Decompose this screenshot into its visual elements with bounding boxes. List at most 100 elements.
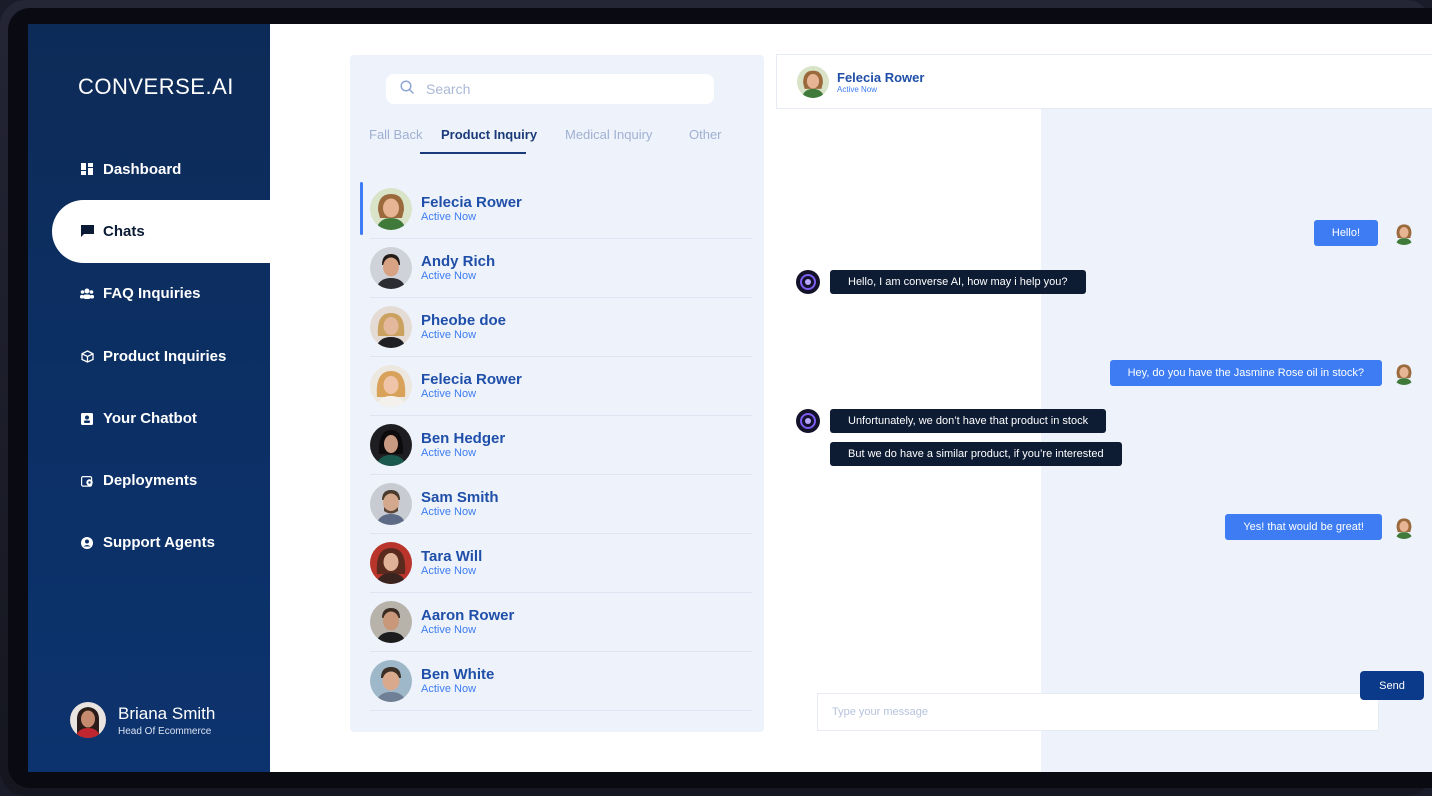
avatar xyxy=(370,542,412,584)
message-bubble: Unfortunately, we don’t have that produc… xyxy=(830,409,1107,433)
deploy-icon xyxy=(80,474,94,488)
message-bot: But we do have a similar product, if you… xyxy=(830,442,1122,466)
users-icon xyxy=(80,287,94,301)
avatar xyxy=(370,601,412,643)
contact-name: Felecia Rower xyxy=(421,370,522,388)
list-item[interactable]: Andy Rich Active Now xyxy=(370,239,752,298)
sidebar-item-support-agents[interactable]: Support Agents xyxy=(28,512,270,574)
app-screen: CONVERSE.AI Dashboard Chats FAQ Inquirie… xyxy=(28,24,1432,772)
box-icon xyxy=(80,349,94,363)
sidebar-item-label: Your Chatbot xyxy=(103,409,197,427)
chat-contact-name: Felecia Rower xyxy=(837,69,925,85)
bot-avatar-icon xyxy=(796,409,820,433)
avatar xyxy=(370,660,412,702)
profile-role: Head Of Ecommerce xyxy=(118,725,212,737)
user-profile[interactable]: Briana Smith Head Of Ecommerce xyxy=(70,702,215,738)
contact-status: Active Now xyxy=(421,387,477,400)
contact-name: Tara Will xyxy=(421,547,483,565)
contact-name: Felecia Rower xyxy=(421,193,522,211)
avatar xyxy=(1392,515,1416,539)
list-item[interactable]: Ben White Active Now xyxy=(370,652,752,711)
bot-avatar-icon xyxy=(796,270,820,294)
message-bot: Unfortunately, we don’t have that produc… xyxy=(796,409,1107,433)
avatar xyxy=(1392,361,1416,385)
list-item[interactable]: Felecia Rower Active Now xyxy=(360,180,752,239)
chat-icon xyxy=(80,224,94,238)
contact-name: Sam Smith xyxy=(421,488,499,506)
tab-product-inquiry[interactable]: Product Inquiry xyxy=(441,127,537,142)
tab-fall-back[interactable]: Fall Back xyxy=(369,127,422,142)
search-input[interactable]: Search xyxy=(386,74,714,104)
contact-status: Active Now xyxy=(421,505,477,518)
sidebar-item-faq-inquiries[interactable]: FAQ Inquiries xyxy=(28,263,270,325)
contact-status: Active Now xyxy=(421,446,477,459)
list-item[interactable]: Sam Smith Active Now xyxy=(370,475,752,534)
message-bubble: But we do have a similar product, if you… xyxy=(830,442,1122,466)
send-button[interactable]: Send xyxy=(1360,671,1424,700)
message-user: Yes! that would be great! xyxy=(1225,514,1416,540)
avatar xyxy=(370,306,412,348)
message-input-placeholder: Type your message xyxy=(832,706,928,718)
list-item[interactable]: Pheobe doe Active Now xyxy=(370,298,752,357)
contact-list: Felecia Rower Active Now Andy Rich Activ… xyxy=(360,180,752,711)
search-icon xyxy=(400,79,414,99)
sidebar-item-label: Support Agents xyxy=(103,534,215,552)
agent-icon xyxy=(80,536,94,550)
sidebar-item-label: Product Inquiries xyxy=(103,347,227,365)
avatar xyxy=(797,65,829,98)
sidebar-nav: Dashboard Chats FAQ Inquiries Product In… xyxy=(28,138,270,574)
contact-name: Ben White xyxy=(421,665,495,683)
message-bubble: Hello, I am converse AI, how may i help … xyxy=(830,270,1086,294)
chat-contact-status: Active Now xyxy=(837,84,878,94)
chat-header: Felecia Rower Active Now xyxy=(776,54,1432,109)
bot-badge-icon xyxy=(80,411,94,425)
message-bubble: Hello! xyxy=(1313,220,1378,246)
message-bubble: Hey, do you have the Jasmine Rose oil in… xyxy=(1109,360,1382,386)
avatar xyxy=(1392,221,1416,245)
contact-status: Active Now xyxy=(421,564,477,577)
message-input[interactable]: Type your message xyxy=(817,693,1379,731)
sidebar-item-label: Dashboard xyxy=(103,160,182,178)
sidebar-item-product-inquiries[interactable]: Product Inquiries xyxy=(28,325,270,387)
app-logo: CONVERSE.AI xyxy=(78,74,234,99)
contact-status: Active Now xyxy=(421,328,477,341)
chat-panel: Felecia Rower Active Now Hello! Hello, I… xyxy=(776,54,1432,772)
list-item[interactable]: Aaron Rower Active Now xyxy=(370,593,752,652)
message-bot: Hello, I am converse AI, how may i help … xyxy=(796,270,1086,294)
contact-status: Active Now xyxy=(421,210,477,223)
conversation-list-panel: Search Fall Back Product Inquiry Medical… xyxy=(350,55,764,732)
search-placeholder: Search xyxy=(426,81,471,97)
contact-name: Ben Hedger xyxy=(421,429,506,447)
contact-name: Aaron Rower xyxy=(421,606,515,624)
list-item[interactable]: Tara Will Active Now xyxy=(370,534,752,593)
sidebar: CONVERSE.AI Dashboard Chats FAQ Inquirie… xyxy=(28,24,270,772)
avatar xyxy=(370,424,412,466)
tab-other[interactable]: Other xyxy=(689,127,722,142)
sidebar-item-label: Chats xyxy=(103,222,145,240)
sidebar-item-your-chatbot[interactable]: Your Chatbot xyxy=(28,387,270,449)
contact-status: Active Now xyxy=(421,623,477,636)
message-user: Hey, do you have the Jasmine Rose oil in… xyxy=(1109,360,1416,386)
avatar xyxy=(370,365,412,407)
sidebar-item-chats[interactable]: Chats xyxy=(52,200,270,263)
avatar xyxy=(370,247,412,289)
sidebar-item-label: Deployments xyxy=(103,472,198,490)
sidebar-item-dashboard[interactable]: Dashboard xyxy=(28,138,270,200)
tab-medical-inquiry[interactable]: Medical Inquiry xyxy=(565,127,652,142)
message-bubble: Yes! that would be great! xyxy=(1225,514,1382,540)
avatar xyxy=(370,188,412,230)
contact-status: Active Now xyxy=(421,269,477,282)
contact-status: Active Now xyxy=(421,682,477,695)
contact-name: Andy Rich xyxy=(421,252,496,270)
sidebar-item-label: FAQ Inquiries xyxy=(103,285,201,303)
message-user: Hello! xyxy=(1313,220,1416,246)
contact-name: Pheobe doe xyxy=(421,311,507,329)
avatar xyxy=(70,702,106,738)
active-tab-indicator xyxy=(420,152,526,154)
avatar xyxy=(370,483,412,525)
dashboard-icon xyxy=(80,162,94,176)
sidebar-item-deployments[interactable]: Deployments xyxy=(28,449,270,511)
list-item[interactable]: Felecia Rower Active Now xyxy=(370,357,752,416)
profile-name: Briana Smith xyxy=(118,703,216,723)
list-item[interactable]: Ben Hedger Active Now xyxy=(370,416,752,475)
